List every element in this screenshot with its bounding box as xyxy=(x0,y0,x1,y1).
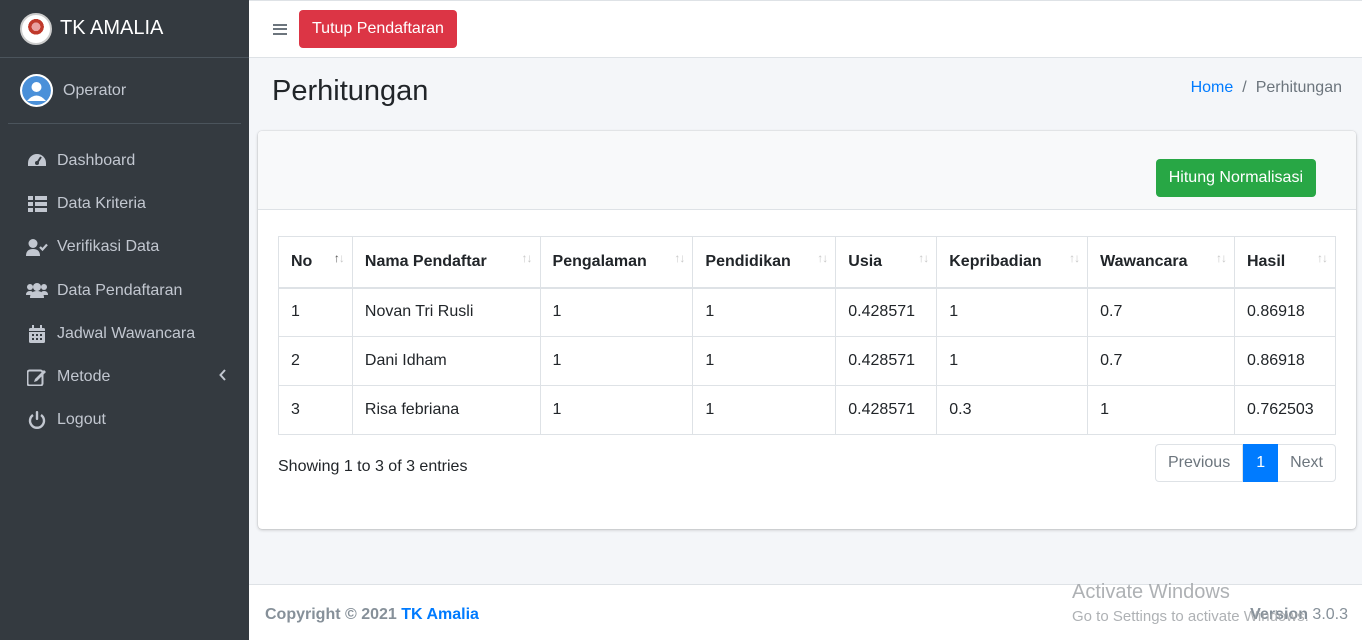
tachometer-icon xyxy=(26,151,48,171)
pagination-next-button[interactable]: Next xyxy=(1278,444,1336,482)
sort-asc-icon: ↑↓ xyxy=(333,251,345,265)
top-navbar: Tutup Pendaftaran xyxy=(249,0,1362,58)
table-row: 2 Dani Idham 1 1 0.428571 1 0.7 0.86918 xyxy=(278,336,1337,386)
page-title: Perhitungan xyxy=(272,75,429,107)
table-header-row: No ↑↓ Nama Pendaftar ↑↓ Pengalaman ↑↓ Pendi… xyxy=(278,236,1337,289)
sidebar-item-data-pendaftaran[interactable]: Data Pendaftaran xyxy=(0,269,249,312)
sort-icon: ↑↓ xyxy=(674,251,685,265)
table-cell: Novan Tri Rusli xyxy=(351,287,541,337)
hamburger-menu-icon[interactable] xyxy=(273,21,287,37)
sidebar-item-data-kriteria[interactable]: Data Kriteria xyxy=(0,182,249,225)
sidebar: TK AMALIA Operator Dashboard Data Kriter… xyxy=(0,0,249,640)
column-header-nama-pendaftar[interactable]: Nama Pendaftar ↑↓ xyxy=(351,236,541,289)
calculation-card: Hitung Normalisasi No ↑↓ Nama Pendaftar ↑↓… xyxy=(258,131,1356,529)
sidebar-item-label: Data Kriteria xyxy=(57,194,146,212)
table-cell: 0.762503 xyxy=(1233,385,1337,435)
table-cell: 1 xyxy=(278,287,353,337)
column-header-kepribadian[interactable]: Kepribadian ↑↓ xyxy=(936,236,1089,289)
sidebar-item-dashboard[interactable]: Dashboard xyxy=(0,139,249,182)
pagination: Previous 1 Next xyxy=(1154,444,1336,482)
footer-brand-link[interactable]: TK Amalia xyxy=(401,606,479,623)
column-header-pendidikan[interactable]: Pendidikan ↑↓ xyxy=(692,236,837,289)
sidebar-item-label: Metode xyxy=(57,368,111,386)
table-cell: 0.428571 xyxy=(835,336,938,386)
sidebar-item-label: Verifikasi Data xyxy=(57,238,160,256)
sort-icon: ↑↓ xyxy=(1317,251,1328,265)
windows-activation-watermark: Activate Windows Go to Settings to activ… xyxy=(1072,581,1309,625)
user-panel[interactable]: Operator xyxy=(8,58,241,124)
table-cell: 1 xyxy=(539,336,694,386)
user-check-icon xyxy=(26,237,48,257)
table-cell: 0.86918 xyxy=(1233,336,1337,386)
breadcrumb-home-link[interactable]: Home xyxy=(1191,79,1234,97)
breadcrumb-current: Perhitungan xyxy=(1255,79,1342,96)
table-cell: 0.7 xyxy=(1087,336,1235,386)
sidebar-item-label: Dashboard xyxy=(57,151,136,169)
power-icon xyxy=(26,410,48,430)
chevron-left-icon xyxy=(219,368,227,386)
table-row: 1 Novan Tri Rusli 1 1 0.428571 1 0.7 0.8… xyxy=(278,287,1337,337)
column-header-usia[interactable]: Usia ↑↓ xyxy=(835,236,938,289)
column-header-hasil[interactable]: Hasil ↑↓ xyxy=(1233,236,1337,289)
table-cell: 1 xyxy=(692,287,837,337)
breadcrumb: Home / Perhitungan xyxy=(1191,79,1342,97)
sort-icon: ↑↓ xyxy=(1215,251,1227,265)
table-cell: 1 xyxy=(936,336,1089,386)
sort-icon: ↑↓ xyxy=(918,251,929,265)
table-cell: 0.7 xyxy=(1087,287,1235,337)
user-name: Operator xyxy=(63,81,127,99)
school-logo xyxy=(20,12,52,45)
copyright: Copyright © 2021 TK Amalia xyxy=(265,606,479,623)
table-cell: 1 xyxy=(1087,385,1235,435)
sidebar-item-logout[interactable]: Logout xyxy=(0,399,249,442)
sort-icon: ↑↓ xyxy=(521,251,533,265)
calendar-icon xyxy=(26,324,48,344)
calculate-normalization-button[interactable]: Hitung Normalisasi xyxy=(1155,159,1316,197)
table-row: 3 Risa febriana 1 1 0.428571 0.3 1 0.762… xyxy=(278,385,1337,435)
table-cell: 1 xyxy=(692,385,837,435)
user-avatar-icon xyxy=(20,74,53,107)
breadcrumb-separator: / xyxy=(1242,79,1247,96)
table-info: Showing 1 to 3 of 3 entries xyxy=(278,458,468,475)
column-header-pengalaman[interactable]: Pengalaman ↑↓ xyxy=(539,236,694,289)
table-cell: 1 xyxy=(539,385,694,435)
sidebar-item-metode[interactable]: Metode xyxy=(0,355,249,398)
brand-name: TK AMALIA xyxy=(60,17,164,39)
table-cell: 0.428571 xyxy=(835,287,938,337)
card-header: Hitung Normalisasi xyxy=(258,131,1356,210)
table-cell: 0.86918 xyxy=(1233,287,1337,337)
column-header-no[interactable]: No ↑↓ xyxy=(278,236,353,289)
edit-icon xyxy=(26,367,48,387)
sidebar-item-jadwal-wawancara[interactable]: Jadwal Wawancara xyxy=(0,312,249,355)
brand-link[interactable]: TK AMALIA xyxy=(0,0,249,58)
column-header-wawancara[interactable]: Wawancara ↑↓ xyxy=(1087,236,1235,289)
table-cell: 1 xyxy=(692,336,837,386)
sidebar-item-verifikasi-data[interactable]: Verifikasi Data xyxy=(0,226,249,269)
sort-icon: ↑↓ xyxy=(1069,251,1080,265)
pagination-page-button[interactable]: 1 xyxy=(1243,444,1279,482)
table-cell: 3 xyxy=(278,385,353,435)
table-cell: 0.428571 xyxy=(835,385,938,435)
sort-icon: ↑↓ xyxy=(817,251,828,265)
users-icon xyxy=(26,281,48,301)
sidebar-item-label: Logout xyxy=(57,411,106,429)
sidebar-nav: Dashboard Data Kriteria Verifikasi Data … xyxy=(0,139,249,442)
table-list-icon xyxy=(26,194,48,214)
table-cell: 2 xyxy=(278,336,353,386)
table-cell: 0.3 xyxy=(936,385,1089,435)
calculation-table: No ↑↓ Nama Pendaftar ↑↓ Pengalaman ↑↓ Pendi… xyxy=(278,236,1337,435)
pagination-previous-button[interactable]: Previous xyxy=(1154,444,1244,482)
sidebar-item-label: Data Pendaftaran xyxy=(57,281,183,299)
table-cell: Dani Idham xyxy=(351,336,541,386)
close-registration-button[interactable]: Tutup Pendaftaran xyxy=(299,10,457,48)
sidebar-item-label: Jadwal Wawancara xyxy=(57,324,196,342)
table-cell: 1 xyxy=(936,287,1089,337)
table-cell: 1 xyxy=(539,287,694,337)
table-cell: Risa febriana xyxy=(351,385,541,435)
